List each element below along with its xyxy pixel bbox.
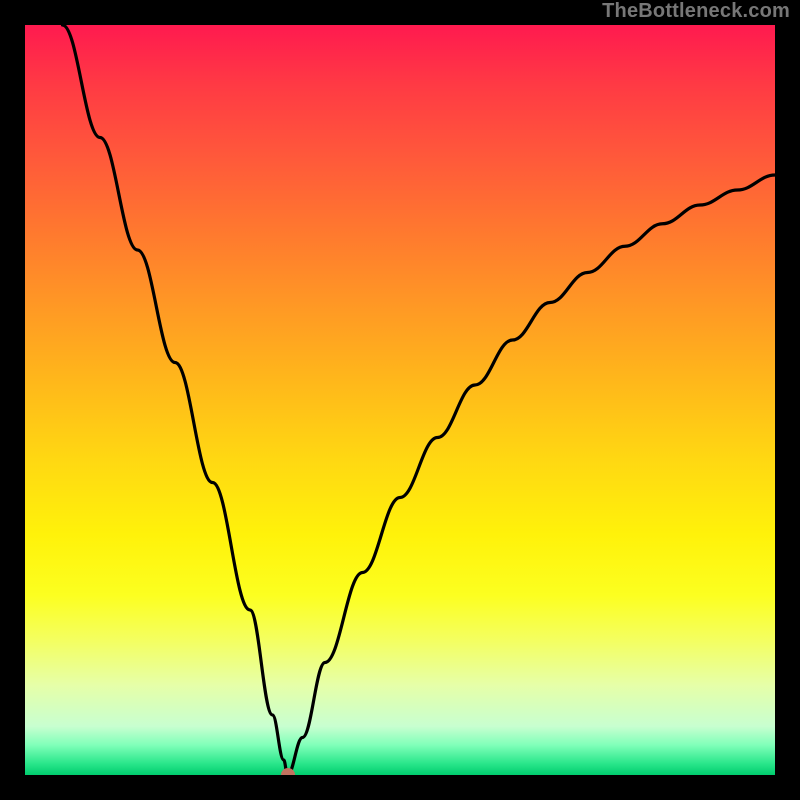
plot-area	[25, 25, 775, 775]
chart-container: TheBottleneck.com	[0, 0, 800, 800]
heat-gradient	[25, 25, 775, 775]
watermark-text: TheBottleneck.com	[602, 0, 790, 23]
optimal-point-marker	[281, 768, 295, 775]
